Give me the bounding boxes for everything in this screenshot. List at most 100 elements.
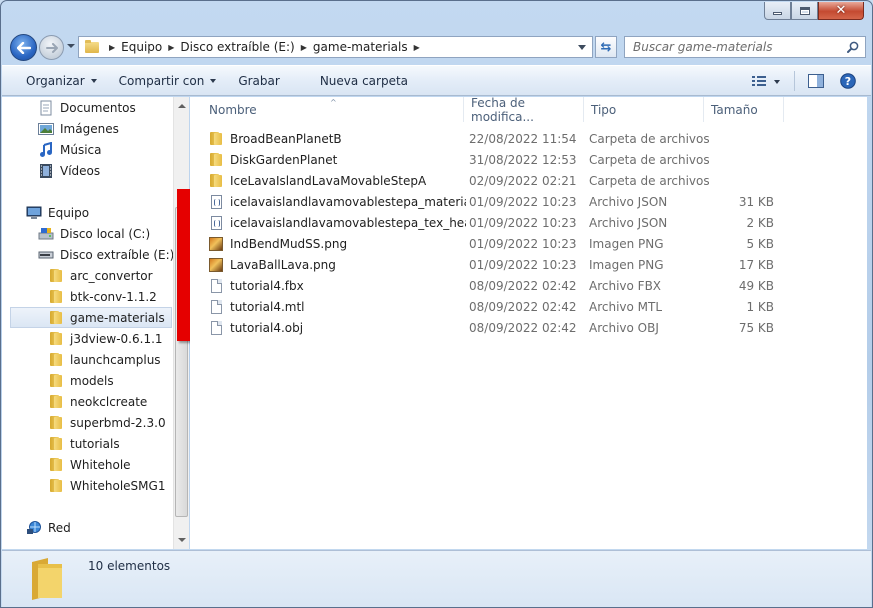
file-name: LavaBallLava.png xyxy=(230,257,336,272)
file-row[interactable]: icelavaislandlavamovablestepa_materials.… xyxy=(202,191,852,212)
share-menu[interactable]: Compartir con xyxy=(110,69,226,92)
file-name-cell[interactable]: icelavaislandlavamovablestepa_materials.… xyxy=(208,191,466,212)
file-date: 08/09/2022 02:42 a... xyxy=(469,320,579,335)
file-row[interactable]: tutorial4.obj 08/09/2022 02:42 a... Archiv… xyxy=(202,317,852,338)
new-folder-button[interactable]: Nueva carpeta xyxy=(311,69,417,92)
file-row[interactable]: icelavaislandlavamovablestepa_tex_head..… xyxy=(202,212,852,233)
file-name-cell[interactable]: IndBendMudSS.png xyxy=(208,233,466,254)
file-name-cell[interactable]: DiskGardenPlanet xyxy=(208,149,466,170)
file-row[interactable]: BroadBeanPlanetB 22/08/2022 11:54 ... Carp… xyxy=(202,128,852,149)
file-size xyxy=(709,170,774,191)
breadcrumb-separator-icon[interactable]: ▶ xyxy=(168,43,174,52)
file-type: Archivo JSON xyxy=(589,215,668,230)
column-header-label: Fecha de modifica... xyxy=(471,95,534,124)
close-button[interactable]: ✕ xyxy=(818,2,864,20)
sidebar-item-folder[interactable]: j3dview-0.6.1.1 xyxy=(48,328,163,349)
file-name-cell[interactable]: icelavaislandlavamovablestepa_tex_head..… xyxy=(208,212,466,233)
breadcrumb-separator-icon[interactable]: ▶ xyxy=(109,43,115,52)
file-date: 08/09/2022 02:42 a... xyxy=(469,299,579,314)
sidebar-item-videos[interactable]: Vídeos xyxy=(38,160,100,181)
file-row[interactable]: tutorial4.fbx 08/09/2022 02:42 a... Archiv… xyxy=(202,275,852,296)
column-header-date[interactable]: Fecha de modifica... xyxy=(464,95,584,124)
recent-pages-dropdown[interactable] xyxy=(67,44,75,48)
refresh-icon: ⇆ xyxy=(600,39,612,55)
breadcrumb-separator-icon[interactable]: ▶ xyxy=(301,43,307,52)
sidebar-item-removable-disk[interactable]: Disco extraíble (E:) xyxy=(38,244,174,265)
file-name-cell[interactable]: tutorial4.mtl xyxy=(208,296,466,317)
help-button[interactable]: ? xyxy=(835,69,861,92)
sidebar-item-label: WhiteholeSMG1 xyxy=(70,478,166,493)
breadcrumb-drive[interactable]: Disco extraíble (E:) xyxy=(180,40,294,54)
sidebar-item-folder[interactable]: launchcamplus xyxy=(48,349,161,370)
file-row[interactable]: tutorial4.mtl 08/09/2022 02:42 a... Archiv… xyxy=(202,296,852,317)
file-name-cell[interactable]: tutorial4.obj xyxy=(208,317,466,338)
sidebar-item-computer[interactable]: Equipo xyxy=(26,202,89,223)
file-name-cell[interactable]: BroadBeanPlanetB xyxy=(208,128,466,149)
breadcrumb-folder[interactable]: game-materials xyxy=(313,40,408,54)
back-button[interactable] xyxy=(10,34,37,61)
address-bar[interactable]: ▶ Equipo ▶ Disco extraíble (E:) ▶ game-m… xyxy=(78,36,593,58)
sidebar-item-music[interactable]: Música xyxy=(38,139,102,160)
sidebar-item-folder[interactable]: models xyxy=(48,370,114,391)
file-name-cell[interactable]: IceLavaIslandLavaMovableStepA xyxy=(208,170,466,191)
preview-pane-button[interactable] xyxy=(803,69,829,92)
sidebar-item-folder[interactable]: WhiteholeSMG1 xyxy=(48,475,165,496)
organize-menu[interactable]: Organizar xyxy=(18,69,106,92)
column-header-size[interactable]: Tamaño xyxy=(704,97,784,122)
file-type: Imagen PNG xyxy=(589,257,664,272)
file-size xyxy=(709,149,774,170)
sidebar-item-folder[interactable]: Whitehole xyxy=(48,454,131,475)
breadcrumb-computer[interactable]: Equipo xyxy=(121,40,162,54)
sidebar-item-folder[interactable]: neokclcreate xyxy=(48,391,147,412)
sidebar-item-folder[interactable]: btk-conv-1.1.2 xyxy=(48,286,157,307)
sidebar-item-label: Vídeos xyxy=(60,163,101,178)
sidebar-item-folder[interactable]: arc_convertor xyxy=(48,265,153,286)
breadcrumb-separator-icon[interactable]: ▶ xyxy=(414,43,420,52)
sidebar-item-network[interactable]: Red xyxy=(26,517,71,538)
help-icon: ? xyxy=(840,72,856,89)
file-type: Carpeta de archivos xyxy=(589,173,709,188)
sidebar-item-label: Documentos xyxy=(60,100,136,115)
file-row[interactable]: DiskGardenPlanet 31/08/2022 12:53 a... Car… xyxy=(202,149,852,170)
folder-icon xyxy=(48,268,64,284)
scroll-up-icon[interactable] xyxy=(178,104,186,108)
sidebar-item-folder[interactable]: superbmd-2.3.0 xyxy=(48,412,166,433)
toolbar-divider xyxy=(794,70,795,91)
sidebar-item-local-disk[interactable]: Disco local (C:) xyxy=(38,223,150,244)
minimize-button[interactable] xyxy=(764,2,791,20)
sort-ascending-icon: ^ xyxy=(330,98,337,107)
search-input[interactable] xyxy=(633,40,838,54)
maximize-button[interactable] xyxy=(791,2,818,20)
file-icon xyxy=(208,299,224,315)
search-icon[interactable] xyxy=(847,41,859,53)
sidebar-item-documents[interactable]: Documentos xyxy=(38,97,136,118)
folder-icon xyxy=(48,478,64,494)
sidebar-item-label: launchcamplus xyxy=(70,352,161,367)
network-icon xyxy=(26,520,42,536)
folder-icon xyxy=(48,436,64,452)
sidebar-item-folder[interactable]: tutorials xyxy=(48,433,120,454)
file-size xyxy=(709,128,774,149)
file-date: 02/09/2022 02:21 a... xyxy=(469,173,579,188)
column-header-type[interactable]: Tipo xyxy=(584,97,704,122)
file-row[interactable]: IndBendMudSS.png 01/09/2022 10:23 ... Imag… xyxy=(202,233,852,254)
scroll-down-icon[interactable] xyxy=(178,538,186,542)
share-label: Compartir con xyxy=(118,73,205,88)
address-history-dropdown[interactable] xyxy=(578,45,586,50)
folder-icon xyxy=(208,173,224,189)
refresh-button[interactable]: ⇆ xyxy=(595,36,617,58)
explorer-window: ✕ ▶ Equipo ▶ Disco extraíble (E:) ▶ game… xyxy=(0,0,873,608)
search-box[interactable] xyxy=(624,36,866,58)
sidebar-item-folder[interactable]: game-materials xyxy=(10,307,172,328)
forward-button[interactable] xyxy=(39,35,64,60)
file-row[interactable]: LavaBallLava.png 01/09/2022 10:23 ... Imag… xyxy=(202,254,852,275)
file-name: icelavaislandlavamovablestepa_materials.… xyxy=(230,194,466,209)
chevron-down-icon xyxy=(90,78,97,83)
folder-icon xyxy=(208,152,224,168)
file-row[interactable]: IceLavaIslandLavaMovableStepA 02/09/2022 … xyxy=(202,170,852,191)
file-name-cell[interactable]: LavaBallLava.png xyxy=(208,254,466,275)
sidebar-item-pictures[interactable]: Imágenes xyxy=(38,118,119,139)
burn-button[interactable]: Grabar xyxy=(229,69,289,92)
file-name-cell[interactable]: tutorial4.fbx xyxy=(208,275,466,296)
change-view-button[interactable] xyxy=(746,69,786,92)
